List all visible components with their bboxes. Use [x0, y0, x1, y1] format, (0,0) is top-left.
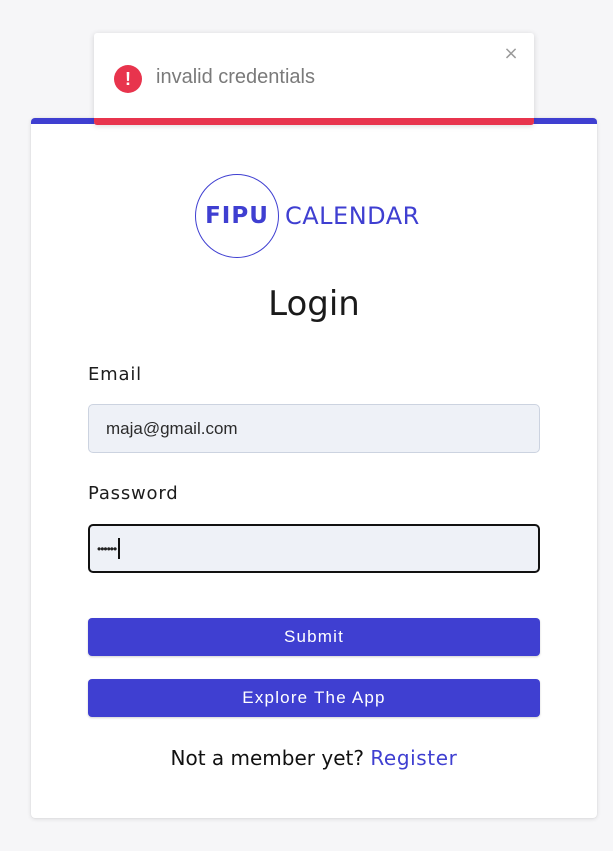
logo-text: CALENDAR: [285, 202, 420, 230]
register-prompt: Not a member yet? Register: [31, 746, 597, 770]
toast-progress-bar: [94, 118, 534, 125]
login-card: FIPU CALENDAR Login Email maja@gmail.com…: [31, 118, 597, 818]
submit-button[interactable]: Submit: [88, 618, 540, 656]
password-value: ••••••: [97, 542, 117, 556]
register-link[interactable]: Register: [370, 746, 457, 770]
close-icon[interactable]: ×: [502, 45, 520, 63]
register-prompt-text: Not a member yet?: [170, 746, 364, 770]
toast-message: invalid credentials: [156, 66, 315, 88]
password-label: Password: [88, 483, 179, 504]
text-cursor: [118, 538, 120, 559]
explore-app-button[interactable]: Explore The App: [88, 679, 540, 717]
error-icon: !: [114, 65, 142, 93]
page-title: Login: [268, 284, 360, 324]
app-logo: FIPU CALENDAR: [195, 171, 420, 261]
email-field[interactable]: maja@gmail.com: [88, 404, 540, 453]
logo-circle: FIPU: [195, 174, 279, 258]
error-toast: ! invalid credentials ×: [94, 33, 534, 125]
email-value: maja@gmail.com: [106, 418, 238, 438]
email-label: Email: [88, 364, 142, 385]
login-page: FIPU CALENDAR Login Email maja@gmail.com…: [0, 0, 613, 851]
password-field[interactable]: ••••••: [88, 524, 540, 573]
